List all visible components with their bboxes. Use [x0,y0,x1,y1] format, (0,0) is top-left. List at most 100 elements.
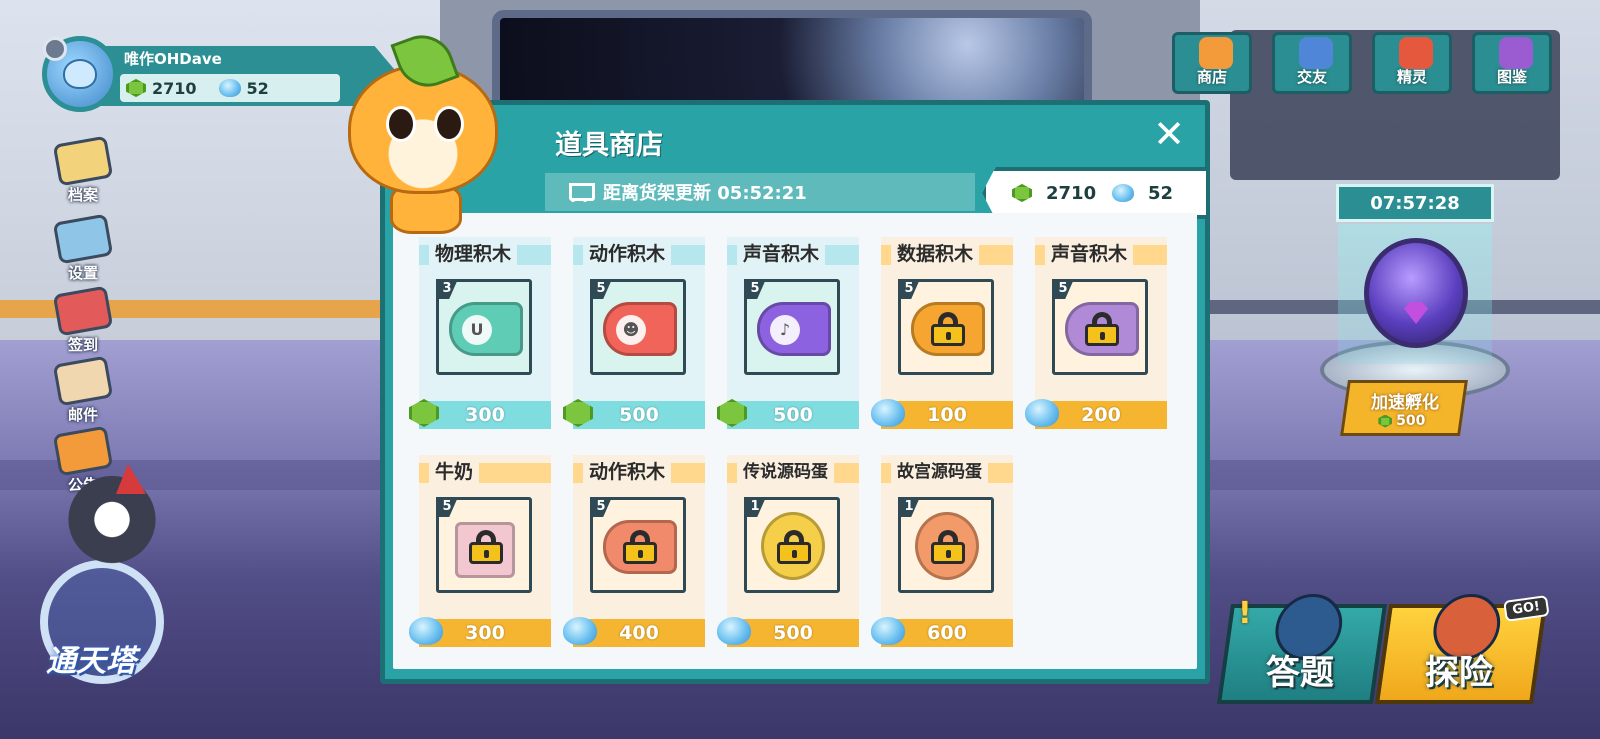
item-price: 500 [619,404,659,426]
green-gem-icon [717,399,747,432]
item-name: 传说源码蛋 [737,457,834,487]
shop-item-card[interactable]: 数据积木 5 100 [871,237,1013,429]
item-image-frame: 5 [898,279,994,375]
item-glyph-icon: ☻ [616,315,646,345]
item-image-frame: 5 [1052,279,1148,375]
cart-icon [565,181,595,203]
item-glyph-icon: ♪ [770,315,800,345]
green-gem-icon [1012,184,1032,202]
item-quantity: 5 [1052,279,1074,299]
shop-gems-value: 2710 [1046,182,1097,204]
left-menu-label: 设置 [67,264,98,282]
shop-item-card[interactable]: 声音积木 5 200 [1025,237,1167,429]
tower-button[interactable]: 通天塔 [40,464,180,690]
green-gem-icon [563,399,593,432]
top-nav-label: 商店 [1196,68,1227,86]
left-menu-item-3[interactable]: 邮件 [48,355,118,425]
top-nav-item-1[interactable]: 交友 [1272,32,1352,94]
item-quantity: 5 [590,497,612,517]
book-icon [1499,37,1533,69]
item-quantity: 1 [744,497,766,517]
buy-price-button[interactable]: 100 [871,399,1013,429]
item-name: 动作积木 [583,457,672,487]
left-menu-label: 档案 [67,186,98,204]
lock-icon [1085,312,1119,346]
buy-price-button[interactable]: 500 [717,399,859,429]
top-nav-item-2[interactable]: 精灵 [1372,32,1452,94]
explore-button[interactable]: GO! 探险 [1374,594,1550,704]
chat-bubble-icon [1299,37,1333,69]
blue-shell-icon [871,399,905,432]
shop-icon [1199,37,1233,69]
item-price: 600 [927,622,967,644]
item-quantity: 5 [744,279,766,299]
shop-item-card[interactable]: 故宫源码蛋 1 600 [871,455,1013,647]
dialog-title: 道具商店 [555,130,663,161]
speed-up-hatch-cost: 500 [1379,413,1426,429]
explore-label: 探险 [1424,653,1493,693]
item-quantity: 1 [898,497,920,517]
item-price: 500 [773,404,813,426]
item-price: 400 [619,622,659,644]
lock-icon [469,530,503,564]
item-quantity: 5 [898,279,920,299]
shop-item-card[interactable]: 传说源码蛋 1 500 [717,455,859,647]
left-menu-item-0[interactable]: 档案 [48,135,118,205]
item-name: 声音积木 [1045,239,1134,269]
green-gem-icon [1379,414,1393,427]
buy-price-button[interactable]: 200 [1025,399,1167,429]
left-menu-item-1[interactable]: 设置 [48,213,118,283]
shop-item-card[interactable]: 动作积木 ☻ 5 500 [563,237,705,429]
shop-currency-panel: 2710 52 [982,167,1210,219]
item-price: 200 [1081,404,1121,426]
green-gem-icon [409,399,439,432]
item-glyph-icon: U [462,315,492,345]
lock-icon [777,530,811,564]
shelf-refresh-text: 距离货架更新 05:52:21 [603,183,807,204]
bird-mascot-icon [62,464,162,580]
top-nav-item-3[interactable]: 图鉴 [1472,32,1552,94]
buy-price-button[interactable]: 300 [409,399,551,429]
lock-icon [931,312,965,346]
buy-price-button[interactable]: 500 [717,617,859,647]
player-shells: 52 [218,78,269,98]
item-price: 300 [465,622,505,644]
item-image-frame: 1 [898,497,994,593]
megaphone-icon [52,425,114,477]
item-name: 牛奶 [429,457,480,487]
top-nav-item-0[interactable]: 商店 [1172,32,1252,94]
avatar-face [63,59,97,89]
speed-up-hatch-button[interactable]: 加速孵化 500 [1340,380,1468,436]
player-shells-value: 52 [246,78,269,98]
player-gems: 2710 [126,79,197,98]
blue-shell-icon [717,617,751,650]
quiz-label: 答题 [1265,653,1334,693]
fox-eye-right [434,106,464,142]
blue-shell-icon [218,79,241,97]
speed-up-hatch-label: 加速孵化 [1371,392,1440,413]
egg-incubator[interactable]: 07:57:28 加速孵化 500 [1320,180,1510,450]
avatar[interactable] [42,36,118,112]
item-name: 物理积木 [429,239,518,269]
close-icon[interactable]: ✕ [1151,115,1187,153]
left-menu-label: 签到 [67,336,98,354]
lock-icon [931,530,965,564]
buy-price-button[interactable]: 600 [871,617,1013,647]
buy-price-button[interactable]: 400 [563,617,705,647]
buy-price-button[interactable]: 500 [563,399,705,429]
left-menu-item-2[interactable]: 签到 [48,285,118,355]
item-image-frame: U3 [436,279,532,375]
shop-item-card[interactable]: 物理积木 U 3 300 [409,237,551,429]
item-image-frame: 1 [744,497,840,593]
blue-shell-icon [1112,184,1134,202]
egg-icon [1364,238,1468,348]
shop-item-card[interactable]: 牛奶 5 300 [409,455,551,647]
avatar-badge-icon [43,37,67,61]
blue-shell-icon [1025,399,1059,432]
buy-price-button[interactable]: 300 [409,617,551,647]
profile-card-icon [52,135,114,187]
player-header[interactable]: 唯作OHDave 2710 52 [42,36,400,112]
shop-item-card[interactable]: 动作积木 5 400 [563,455,705,647]
item-quantity: 5 [590,279,612,299]
shop-item-card[interactable]: 声音积木 ♪ 5 500 [717,237,859,429]
